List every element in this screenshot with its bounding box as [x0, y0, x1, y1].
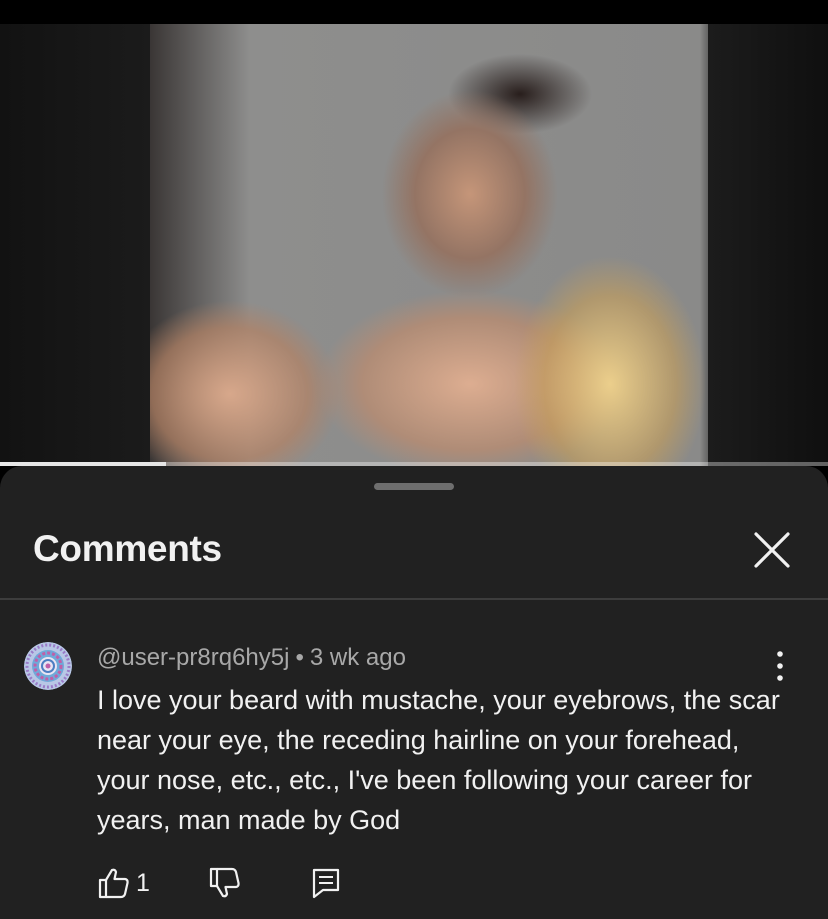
comments-sheet: Comments @user-pr8rq6hy5j • 3 wk ago I lov…: [0, 466, 828, 919]
close-icon: [754, 532, 790, 568]
close-button[interactable]: [748, 526, 796, 574]
header-divider: [0, 598, 828, 600]
mandala-avatar-icon: [24, 642, 72, 690]
reply-button[interactable]: [311, 867, 341, 899]
comment-time: 3 wk ago: [309, 644, 406, 671]
sheet-drag-handle[interactable]: [374, 483, 454, 490]
comments-title: Comments: [33, 528, 222, 569]
dislike-button[interactable]: [208, 866, 242, 900]
comment-meta: @user-pr8rq6hy5j • 3 wk ago: [97, 644, 406, 672]
video-frame-right-shade: [708, 24, 828, 466]
comment-text: I love your beard with mustache, your ey…: [97, 685, 780, 835]
meta-separator: •: [295, 644, 304, 671]
reply-icon: [312, 868, 340, 899]
commenter-avatar[interactable]: [24, 642, 72, 690]
video-frame-left-shade: [0, 24, 150, 466]
like-button[interactable]: 1: [97, 866, 161, 900]
thumb-up-icon: [98, 868, 129, 899]
comment-more-button[interactable]: [766, 648, 794, 684]
like-count: 1: [136, 869, 150, 897]
comment-author[interactable]: @user-pr8rq6hy5j: [97, 644, 289, 671]
video-player[interactable]: [0, 0, 828, 466]
thumb-down-icon: [209, 867, 240, 898]
more-vertical-icon: [777, 651, 783, 681]
